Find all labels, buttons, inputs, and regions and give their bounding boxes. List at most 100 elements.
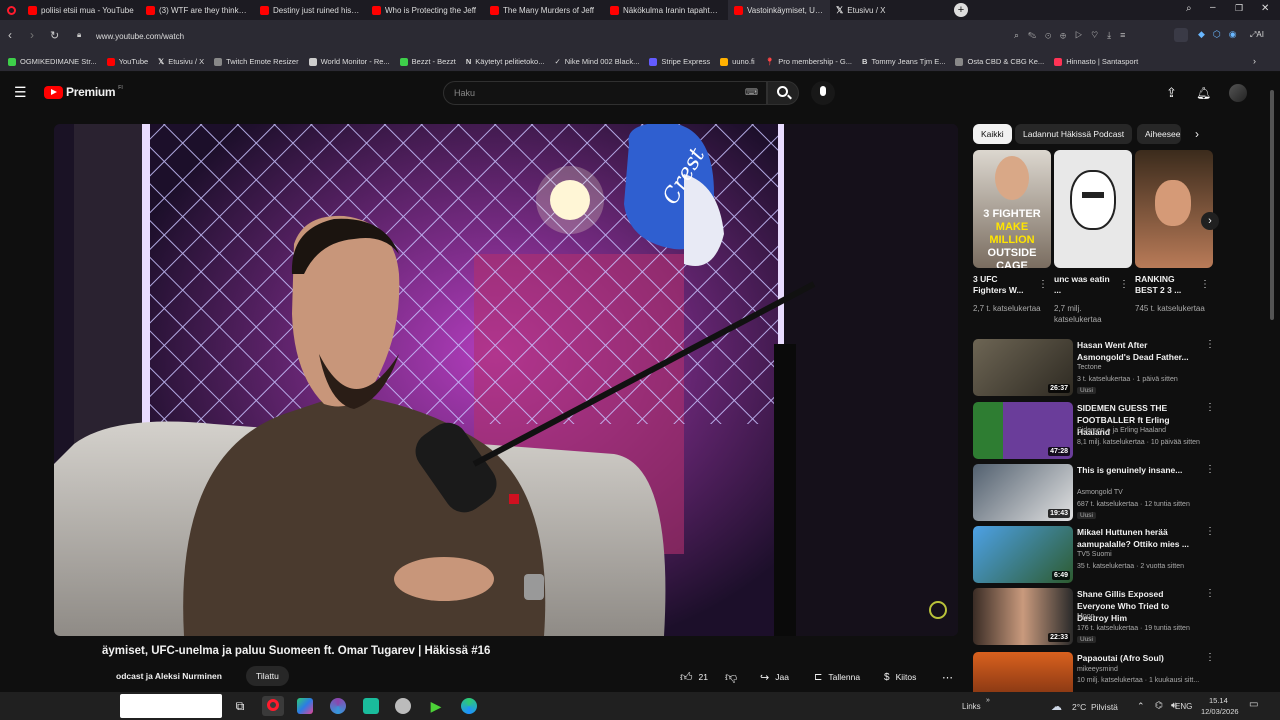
bookmark-item[interactable]: World Monitor - Re... bbox=[308, 57, 390, 66]
bookmark-item[interactable]: 📍︎ Pro membership - G... bbox=[765, 57, 852, 66]
forward-icon[interactable]: › bbox=[30, 28, 34, 42]
chrome-icon[interactable] bbox=[330, 698, 346, 714]
browser-tab[interactable]: Who is Protecting the Jeff bbox=[366, 0, 484, 20]
bookmarks-more-icon[interactable]: › bbox=[1253, 56, 1256, 66]
address-tools-icons[interactable]: ⌕✎⊙⊕▷♡⤓≡ bbox=[1014, 30, 1134, 41]
voice-search-button[interactable] bbox=[811, 81, 835, 105]
photoshop-icon[interactable] bbox=[297, 698, 313, 714]
url-field[interactable]: www.youtube.com/watch bbox=[96, 32, 184, 41]
taskbar-links-chevron-icon[interactable]: » bbox=[986, 697, 990, 704]
close-window-button[interactable]: ✕ bbox=[1261, 3, 1269, 14]
notifications-bell-icon[interactable]: 🔔︎ bbox=[1196, 83, 1211, 103]
bookmark-item[interactable]: uuno.fi bbox=[720, 57, 755, 66]
more-actions-button[interactable]: ⋯ bbox=[942, 666, 953, 688]
browser-logo-icon[interactable] bbox=[0, 0, 22, 20]
browser-tab[interactable]: poliisi etsii mua - YouTube bbox=[22, 0, 140, 20]
channel-label[interactable]: TV5 Suomi bbox=[1077, 551, 1112, 558]
bookmark-item[interactable]: Hinnasto | Santasport bbox=[1054, 57, 1138, 66]
clock-date[interactable]: 12/03/2026 bbox=[1201, 707, 1239, 716]
shorts-next-button[interactable]: › bbox=[1201, 212, 1219, 230]
tray-expand-icon[interactable]: ⌃ bbox=[1137, 701, 1145, 712]
save-button[interactable]: ⊏ Tallenna bbox=[814, 666, 860, 688]
search-input[interactable]: Haku ⌨ bbox=[443, 81, 767, 105]
bookmark-item[interactable]: B Tommy Jeans Tjm E... bbox=[862, 57, 945, 66]
taskbar-search-box[interactable] bbox=[120, 694, 222, 718]
chip-channel[interactable]: Ladannut Häkissä Podcast bbox=[1015, 124, 1133, 144]
short-thumbnail[interactable] bbox=[1135, 150, 1213, 268]
channel-label[interactable]: Tectone bbox=[1077, 364, 1102, 371]
video-thumbnail[interactable] bbox=[973, 652, 1073, 692]
short-title[interactable]: 3 UFC Fighters W... bbox=[973, 274, 1033, 296]
video-player[interactable]: Crest bbox=[54, 124, 958, 636]
bookmark-item[interactable]: Stripe Express bbox=[649, 57, 710, 66]
clock-time[interactable]: 15.14 bbox=[1209, 696, 1228, 705]
browser-taskbar-icon[interactable] bbox=[262, 696, 284, 716]
video-thumbnail[interactable]: 47:28 bbox=[973, 402, 1073, 459]
channel-label[interactable]: mikeeysmind bbox=[1077, 666, 1118, 673]
channel-name[interactable]: odcast ja Aleksi Nurminen bbox=[116, 671, 222, 681]
short-more-icon[interactable]: ⋮ bbox=[1119, 279, 1129, 290]
bookmark-item[interactable]: N Käytetyt pelitietoko... bbox=[466, 57, 545, 66]
media-player-icon[interactable]: ▶ bbox=[428, 698, 444, 714]
video-thumbnail[interactable]: 22:33 bbox=[973, 588, 1073, 645]
app-green-icon[interactable] bbox=[363, 698, 379, 714]
menu-icon[interactable]: ☰ bbox=[14, 82, 27, 102]
more-icon[interactable]: ⋮ bbox=[1205, 652, 1213, 663]
list-item[interactable]: Papaoutai (Afro Soul) mikeeysmind 10 mil… bbox=[973, 652, 1213, 692]
channel-label[interactable]: Asmongold TV bbox=[1077, 489, 1123, 496]
browser-tab[interactable]: The Many Murders of Jeff bbox=[484, 0, 604, 20]
bookmark-item[interactable]: YouTube bbox=[106, 57, 148, 66]
short-thumbnail[interactable] bbox=[1054, 150, 1132, 268]
notifications-icon[interactable]: ▭ bbox=[1249, 699, 1258, 710]
short-title[interactable]: RANKING BEST 2 3 ... bbox=[1135, 274, 1195, 296]
browser-tab[interactable]: (3) WTF are they thinking? - bbox=[140, 0, 254, 20]
avatar[interactable] bbox=[1229, 84, 1247, 102]
thanks-button[interactable]: $ Kiitos bbox=[884, 666, 916, 688]
channel-label[interactable]: Moon bbox=[1077, 613, 1095, 620]
shield-app-icon[interactable] bbox=[395, 698, 411, 714]
list-item[interactable]: 6:49 Mikael Huttunen herää aamupalalle? … bbox=[973, 526, 1215, 584]
youtube-logo[interactable]: Premium FI bbox=[44, 85, 123, 99]
short-thumbnail[interactable]: 3 FIGHTER MAKE MILLION OUTSIDE CAGE bbox=[973, 150, 1051, 268]
reload-icon[interactable]: ↻ bbox=[50, 29, 59, 42]
list-item[interactable]: 19:43 This is genuinely insane... Asmong… bbox=[973, 464, 1215, 522]
video-thumbnail[interactable]: 19:43 bbox=[973, 464, 1073, 521]
browser-tab[interactable]: Näkökulma Iranin tapahtuma bbox=[604, 0, 728, 20]
search-tabs-icon[interactable]: ⌕ bbox=[1186, 3, 1192, 14]
subscribe-button[interactable]: Tilattu bbox=[246, 666, 289, 686]
bookmark-item[interactable]: Osta CBD & CBG Ke... bbox=[955, 57, 1044, 66]
edge-icon[interactable] bbox=[461, 698, 477, 714]
bookmark-item[interactable]: ✓ Nike Mind 002 Black... bbox=[554, 57, 639, 66]
video-thumbnail[interactable]: 26:37 bbox=[973, 339, 1073, 396]
chip-related[interactable]: Aiheeseen bbox=[1137, 124, 1181, 144]
search-button[interactable] bbox=[767, 81, 799, 105]
new-tab-button[interactable]: + bbox=[954, 3, 968, 17]
more-icon[interactable]: ⋮ bbox=[1205, 464, 1215, 475]
bookmark-item[interactable]: 𝕏 Etusivu / X bbox=[158, 57, 204, 66]
chip-all[interactable]: Kaikki bbox=[973, 124, 1012, 144]
minimize-window-button[interactable]: – bbox=[1210, 2, 1216, 13]
keyboard-icon[interactable]: ⌨ bbox=[745, 87, 758, 98]
channel-label[interactable]: Sidemen ● ja Erling Haaland bbox=[1077, 427, 1166, 434]
list-item[interactable]: 26:37 Hasan Went After Asmongold's Dead … bbox=[973, 339, 1215, 397]
list-item[interactable]: 47:28 SIDEMEN GUESS THE FOOTBALLER ft Er… bbox=[973, 402, 1215, 460]
taskbar-links-label[interactable]: Links bbox=[962, 702, 981, 711]
back-icon[interactable]: ‹ bbox=[8, 28, 12, 42]
short-more-icon[interactable]: ⋮ bbox=[1038, 279, 1048, 290]
more-icon[interactable]: ⋮ bbox=[1205, 402, 1215, 413]
task-view-icon[interactable]: ⧉ bbox=[232, 698, 248, 714]
maximize-window-button[interactable]: ❐ bbox=[1235, 3, 1243, 14]
bookmark-item[interactable]: OGMIKEDIMANE Str... bbox=[8, 57, 97, 66]
keyboard-language[interactable]: ENG bbox=[1175, 702, 1192, 711]
network-icon[interactable]: ⌬ bbox=[1155, 700, 1163, 711]
list-item[interactable]: 22:33 Shane Gillis Exposed Everyone Who … bbox=[973, 588, 1215, 646]
bookmark-item[interactable]: Twitch Emote Resizer bbox=[214, 57, 299, 66]
browser-tab[interactable]: 𝕏 Etusivu / X bbox=[830, 0, 950, 20]
more-icon[interactable]: ⋮ bbox=[1205, 526, 1215, 537]
browser-tab[interactable]: Destiny just ruined his car bbox=[254, 0, 366, 20]
bookmark-item[interactable]: Bezzt - Bezzt bbox=[399, 57, 456, 66]
browser-tab-active[interactable]: Vastoinkäymiset, UFC bbox=[728, 0, 830, 20]
like-button[interactable]: 👍︎ 21 bbox=[680, 666, 708, 688]
profile-icon[interactable] bbox=[1174, 28, 1188, 42]
ai-button[interactable]: ⤢AI bbox=[1250, 30, 1264, 40]
